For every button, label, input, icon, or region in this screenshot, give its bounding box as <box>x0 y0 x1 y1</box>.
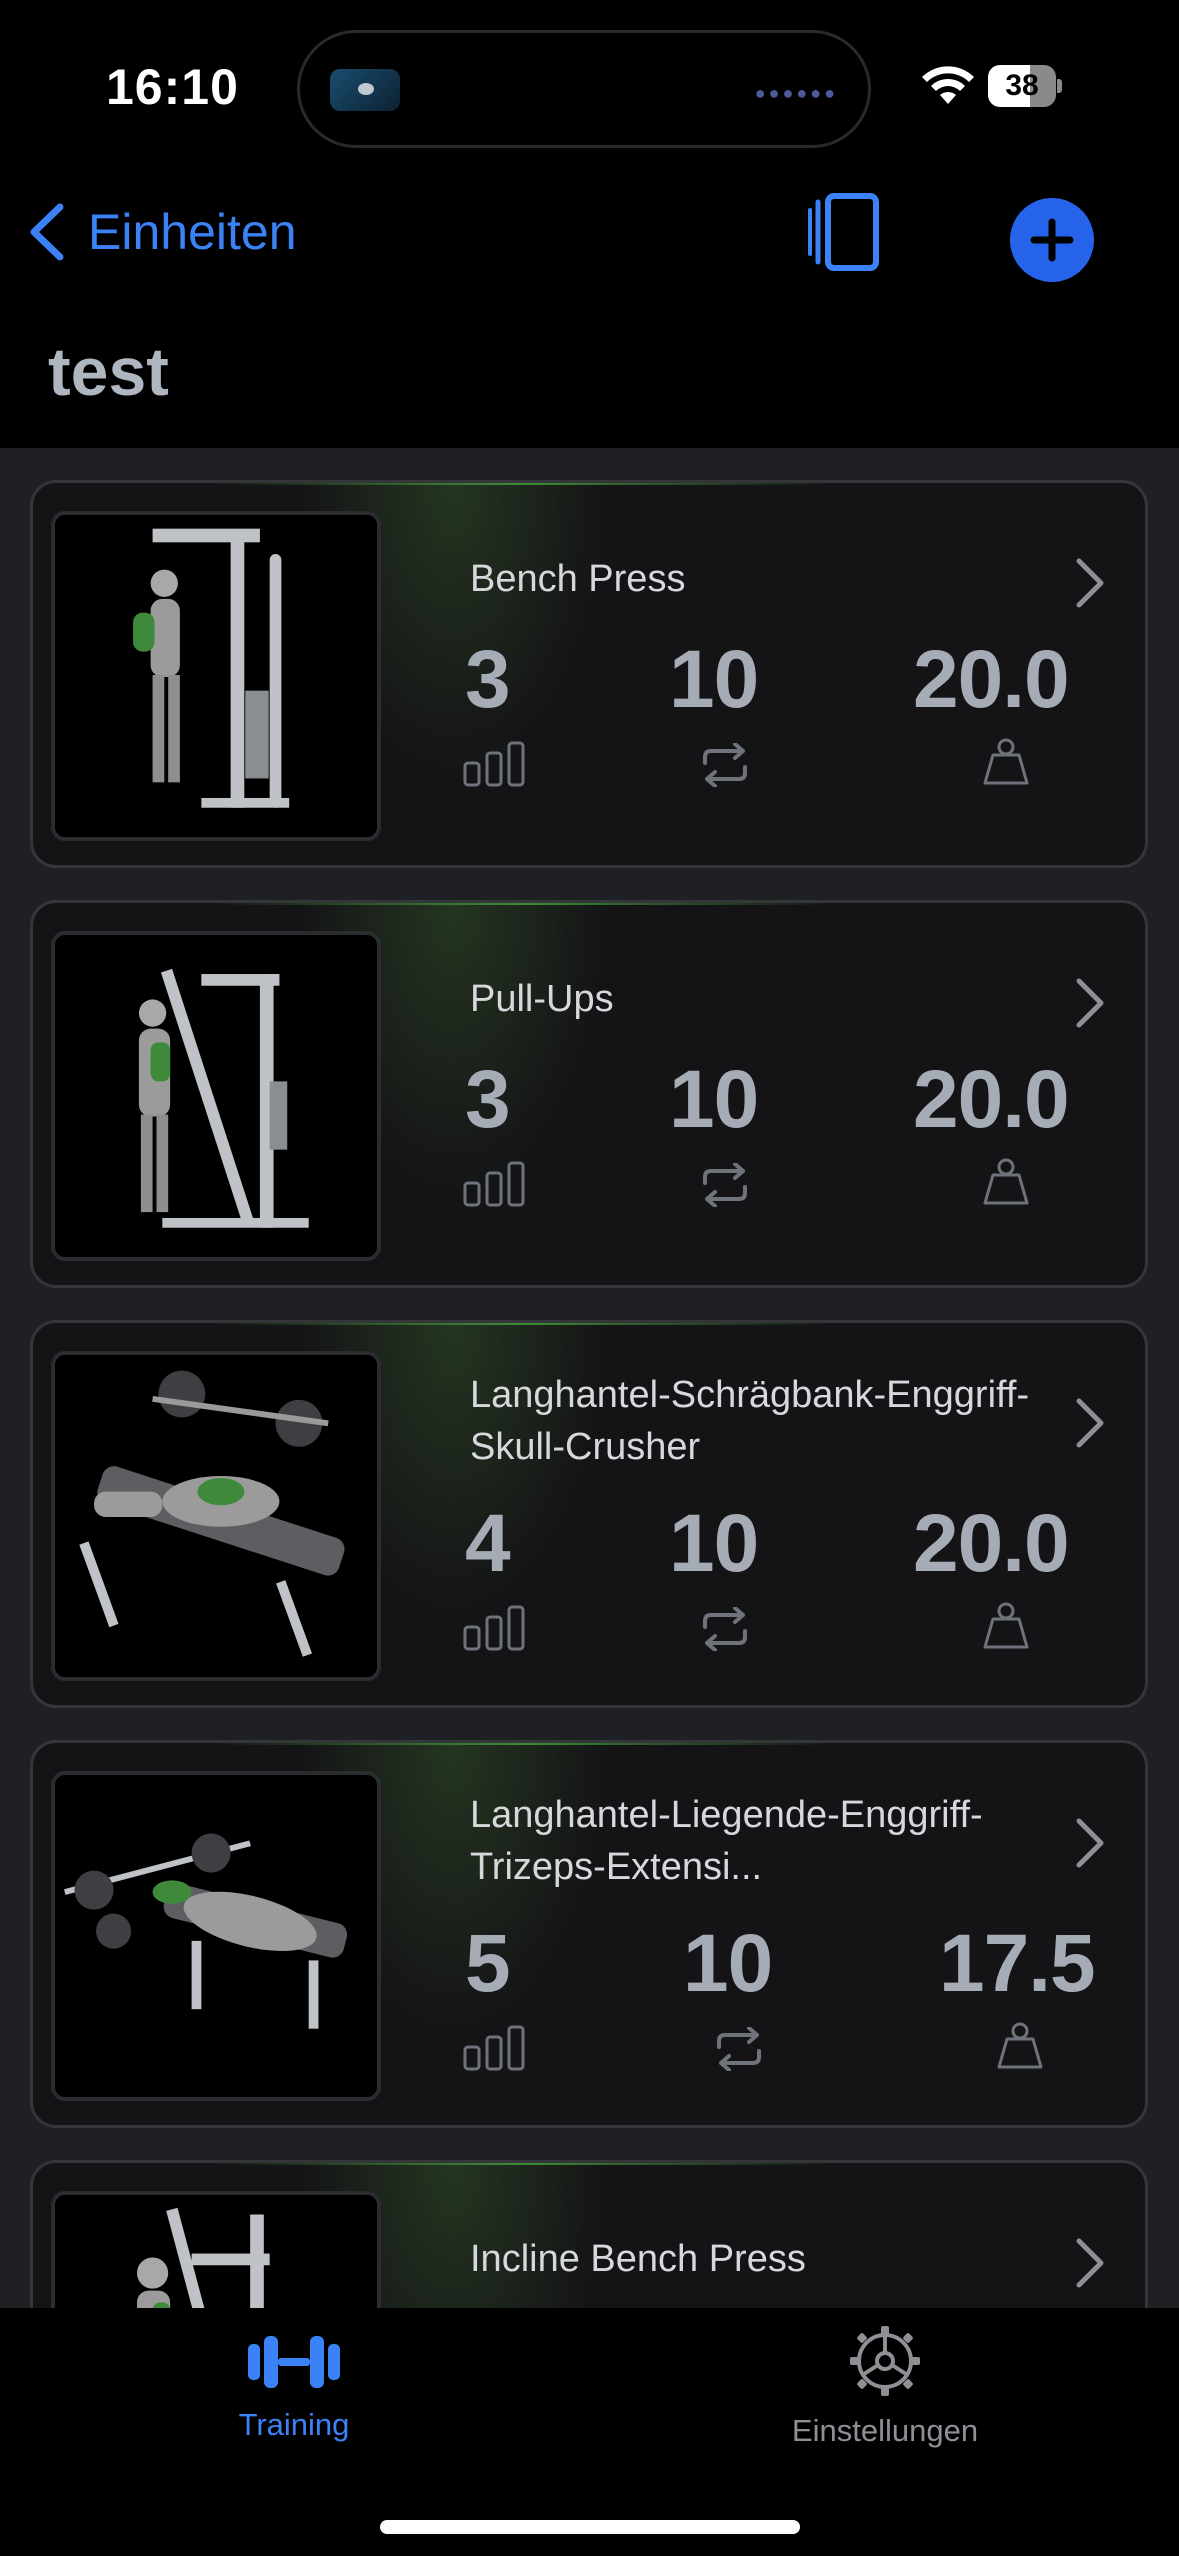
repeat-icon <box>703 743 747 787</box>
exercise-name: Bench Press <box>470 558 686 600</box>
dynamic-island: ●●●●●● <box>297 30 871 148</box>
wifi-icon <box>922 66 974 104</box>
exercise-card[interactable]: Bench Press 3 10 20.0 <box>30 480 1148 868</box>
status-bar: 16:10 ●●●●●● 38 <box>0 0 1179 170</box>
exercise-thumbnail <box>51 931 381 1261</box>
weight-icon <box>997 2022 1043 2069</box>
sets-value: 4 <box>465 1498 511 1589</box>
ellipsis-icon: ●●●●●● <box>754 83 838 103</box>
live-activity-thumbnail <box>330 69 400 111</box>
tab-settings[interactable]: Einstellungen <box>735 2326 1035 2449</box>
chevron-right-icon <box>1076 558 1104 608</box>
weight-icon <box>983 1602 1029 1649</box>
repeat-icon <box>703 1163 747 1207</box>
back-button[interactable]: Einheiten <box>20 192 297 272</box>
weight-value: 20.0 <box>913 1054 1070 1145</box>
exercise-thumbnail <box>51 1771 381 2101</box>
chevron-right-icon <box>1076 1398 1104 1448</box>
exercise-name: Pull-Ups <box>470 978 614 1020</box>
chevron-right-icon <box>1076 2238 1104 2288</box>
weight-icon <box>983 1158 1029 1205</box>
exercise-name: Langhantel-Schrägbank-Enggriff-Skull-Cru… <box>470 1374 1030 1468</box>
chevron-right-icon <box>1076 1818 1104 1868</box>
reps-value: 10 <box>669 634 759 725</box>
weight-value: 20.0 <box>913 634 1070 725</box>
exercise-card[interactable]: Incline Bench Press <box>30 2160 1148 2308</box>
sets-value: 3 <box>465 634 511 725</box>
reps-value: 10 <box>669 1498 759 1589</box>
navigation-bar: Einheiten <box>0 170 1179 300</box>
exercise-card[interactable]: Langhantel-Liegende-Enggriff-Trizeps-Ext… <box>30 1740 1148 2128</box>
battery-icon: 38 <box>988 65 1062 107</box>
chevron-left-icon <box>30 203 64 261</box>
exercise-thumbnail <box>51 511 381 841</box>
tab-bar: Training Einstellungen <box>0 2308 1179 2556</box>
exercise-name: Incline Bench Press <box>470 2238 806 2280</box>
tab-training[interactable]: Training <box>144 2332 444 2443</box>
plus-icon <box>1030 218 1074 262</box>
reps-value: 10 <box>683 1918 773 2009</box>
repeat-icon <box>703 1607 747 1651</box>
exercise-card[interactable]: Pull-Ups 3 10 20.0 <box>30 900 1148 1288</box>
exercise-thumbnail <box>51 1351 381 1681</box>
exercise-card[interactable]: Langhantel-Schrägbank-Enggriff-Skull-Cru… <box>30 1320 1148 1708</box>
weight-value: 20.0 <box>913 1498 1070 1589</box>
tab-settings-label: Einstellungen <box>791 2413 979 2448</box>
repeat-icon <box>717 2027 761 2071</box>
reps-value: 10 <box>669 1054 759 1145</box>
exercise-list[interactable]: Bench Press 3 10 20.0 Pull-Ups 3 10 20.0… <box>0 448 1179 2308</box>
add-exercise-button[interactable] <box>1010 198 1094 282</box>
sets-icon <box>463 741 525 787</box>
weight-value: 17.5 <box>939 1918 1096 2009</box>
sets-icon <box>463 1161 525 1207</box>
home-indicator[interactable] <box>380 2520 800 2534</box>
weight-icon <box>983 738 1029 785</box>
sets-value: 3 <box>465 1054 511 1145</box>
exercise-name: Langhantel-Liegende-Enggriff-Trizeps-Ext… <box>470 1794 983 1888</box>
chevron-right-icon <box>1076 978 1104 1028</box>
dumbbell-icon <box>248 2336 340 2388</box>
sets-icon <box>463 1605 525 1651</box>
sets-value: 5 <box>465 1918 511 2009</box>
page-title: test <box>48 334 169 410</box>
battery-level: 38 <box>988 65 1056 107</box>
card-stack-icon[interactable] <box>808 190 882 276</box>
tab-training-label: Training <box>238 2407 350 2442</box>
gear-icon <box>850 2326 920 2396</box>
status-time: 16:10 <box>106 59 239 115</box>
sets-icon <box>463 2025 525 2071</box>
exercise-thumbnail <box>51 2191 381 2308</box>
back-button-label: Einheiten <box>88 204 297 260</box>
